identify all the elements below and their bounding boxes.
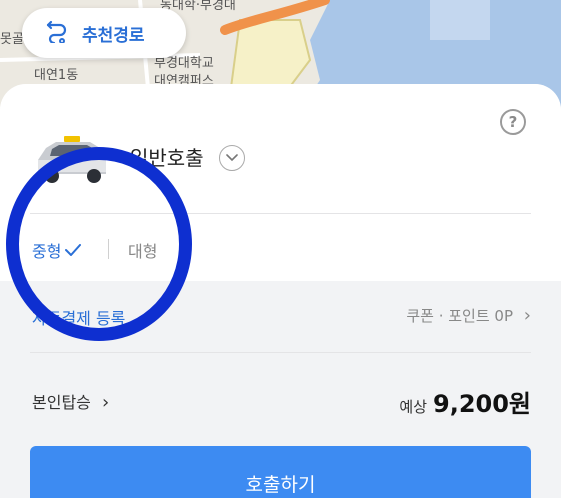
taxi-icon: [32, 134, 112, 190]
size-separator: [108, 239, 109, 259]
service-dropdown-button[interactable]: [219, 145, 245, 171]
self-ride-label: 본인탑승: [32, 393, 91, 412]
route-icon: [46, 19, 68, 47]
divider: [30, 213, 531, 214]
auto-payment-register-link[interactable]: 자동결제 등록: [32, 305, 125, 329]
divider: [30, 352, 531, 353]
fare-value: 9,200원: [433, 390, 531, 418]
call-taxi-button[interactable]: 호출하기: [30, 446, 531, 498]
help-icon[interactable]: ?: [500, 109, 526, 135]
chevron-right-icon: ›: [523, 305, 531, 326]
size-option-label: 중형: [32, 242, 62, 261]
chevron-down-icon: [226, 154, 238, 162]
route-chip-label: 추천경로: [82, 25, 145, 46]
map-label: 대연1동: [34, 68, 79, 83]
size-option-large[interactable]: 대형: [128, 238, 157, 262]
check-icon: [65, 244, 82, 256]
self-ride-button[interactable]: 본인탑승 ›: [32, 389, 109, 413]
size-option-medium[interactable]: 중형: [32, 238, 82, 262]
map-label: 못골: [0, 32, 24, 47]
service-name: 일반호출: [130, 146, 204, 170]
recommended-route-button[interactable]: 추천경로: [22, 8, 186, 58]
coupon-point-label: 쿠폰 · 포인트 0P: [406, 307, 514, 325]
fare-prefix: 예상: [399, 398, 427, 416]
bottom-sheet: ? 일반호출 중형 대형 자동결제 등록 쿠폰 · 포인트 0P › 본인탑승 …: [0, 84, 561, 498]
help-symbol: ?: [508, 113, 518, 131]
size-option-label: 대형: [128, 242, 158, 261]
estimated-fare: 예상 9,200원: [399, 384, 531, 419]
coupon-point-link[interactable]: 쿠폰 · 포인트 0P ›: [406, 305, 531, 326]
chevron-right-icon: ›: [101, 392, 110, 413]
